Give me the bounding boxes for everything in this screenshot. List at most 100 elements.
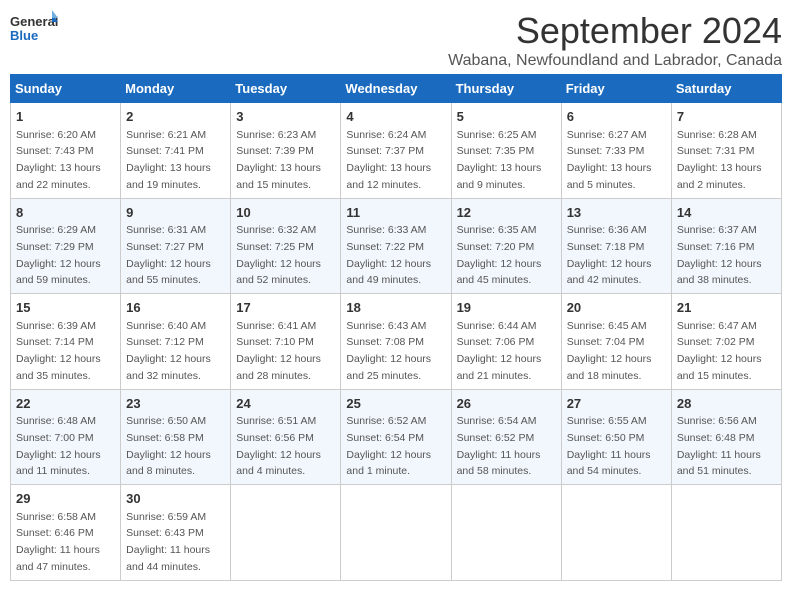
day-number: 10 <box>236 203 335 223</box>
calendar-row: 1 Sunrise: 6:20 AM Sunset: 7:43 PM Dayli… <box>11 103 782 199</box>
calendar-cell: 16 Sunrise: 6:40 AM Sunset: 7:12 PM Dayl… <box>121 294 231 390</box>
svg-text:Blue: Blue <box>10 28 38 43</box>
header-sunday: Sunday <box>11 75 121 103</box>
sunrise: Sunrise: 6:32 AM <box>236 224 316 236</box>
title-block: September 2024 Wabana, Newfoundland and … <box>448 10 782 70</box>
sunrise: Sunrise: 6:20 AM <box>16 129 96 141</box>
daylight-label: Daylight: 13 hours and 2 minutes. <box>677 162 762 191</box>
daylight-label: Daylight: 13 hours and 15 minutes. <box>236 162 321 191</box>
calendar-cell: 5 Sunrise: 6:25 AM Sunset: 7:35 PM Dayli… <box>451 103 561 199</box>
sunset: Sunset: 7:37 PM <box>346 145 424 157</box>
header-monday: Monday <box>121 75 231 103</box>
sunset: Sunset: 7:25 PM <box>236 241 314 253</box>
sunset: Sunset: 7:16 PM <box>677 241 755 253</box>
sunset: Sunset: 7:12 PM <box>126 336 204 348</box>
daylight-label: Daylight: 11 hours and 54 minutes. <box>567 449 651 478</box>
calendar-cell: 18 Sunrise: 6:43 AM Sunset: 7:08 PM Dayl… <box>341 294 451 390</box>
calendar-row: 22 Sunrise: 6:48 AM Sunset: 7:00 PM Dayl… <box>11 389 782 485</box>
calendar-cell: 11 Sunrise: 6:33 AM Sunset: 7:22 PM Dayl… <box>341 198 451 294</box>
sunrise: Sunrise: 6:36 AM <box>567 224 647 236</box>
calendar-cell: 27 Sunrise: 6:55 AM Sunset: 6:50 PM Dayl… <box>561 389 671 485</box>
sunrise: Sunrise: 6:39 AM <box>16 320 96 332</box>
sunset: Sunset: 7:14 PM <box>16 336 94 348</box>
daylight-label: Daylight: 12 hours and 11 minutes. <box>16 449 101 478</box>
calendar-row: 29 Sunrise: 6:58 AM Sunset: 6:46 PM Dayl… <box>11 485 782 581</box>
calendar-cell: 6 Sunrise: 6:27 AM Sunset: 7:33 PM Dayli… <box>561 103 671 199</box>
sunrise: Sunrise: 6:56 AM <box>677 415 757 427</box>
calendar-cell: 29 Sunrise: 6:58 AM Sunset: 6:46 PM Dayl… <box>11 485 121 581</box>
day-number: 17 <box>236 298 335 318</box>
day-number: 19 <box>457 298 556 318</box>
calendar-cell: 20 Sunrise: 6:45 AM Sunset: 7:04 PM Dayl… <box>561 294 671 390</box>
calendar-cell <box>671 485 781 581</box>
sunrise: Sunrise: 6:54 AM <box>457 415 537 427</box>
sunset: Sunset: 6:58 PM <box>126 432 204 444</box>
sunset: Sunset: 7:27 PM <box>126 241 204 253</box>
daylight-label: Daylight: 12 hours and 35 minutes. <box>16 353 101 382</box>
sunset: Sunset: 7:33 PM <box>567 145 645 157</box>
sunset: Sunset: 7:29 PM <box>16 241 94 253</box>
sunrise: Sunrise: 6:45 AM <box>567 320 647 332</box>
sunrise: Sunrise: 6:44 AM <box>457 320 537 332</box>
day-number: 28 <box>677 394 776 414</box>
daylight-label: Daylight: 11 hours and 44 minutes. <box>126 544 210 573</box>
sunset: Sunset: 7:00 PM <box>16 432 94 444</box>
sunset: Sunset: 7:20 PM <box>457 241 535 253</box>
sunset: Sunset: 7:22 PM <box>346 241 424 253</box>
logo-svg: General Blue <box>10 10 58 58</box>
sunrise: Sunrise: 6:33 AM <box>346 224 426 236</box>
sunrise: Sunrise: 6:28 AM <box>677 129 757 141</box>
calendar-cell: 23 Sunrise: 6:50 AM Sunset: 6:58 PM Dayl… <box>121 389 231 485</box>
day-number: 4 <box>346 107 445 127</box>
sunset: Sunset: 7:02 PM <box>677 336 755 348</box>
daylight-label: Daylight: 11 hours and 51 minutes. <box>677 449 761 478</box>
calendar-cell: 4 Sunrise: 6:24 AM Sunset: 7:37 PM Dayli… <box>341 103 451 199</box>
sunset: Sunset: 7:41 PM <box>126 145 204 157</box>
sunset: Sunset: 7:18 PM <box>567 241 645 253</box>
day-number: 21 <box>677 298 776 318</box>
daylight-label: Daylight: 12 hours and 55 minutes. <box>126 258 211 287</box>
day-number: 3 <box>236 107 335 127</box>
calendar-cell: 14 Sunrise: 6:37 AM Sunset: 7:16 PM Dayl… <box>671 198 781 294</box>
sunrise: Sunrise: 6:21 AM <box>126 129 206 141</box>
svg-text:General: General <box>10 14 58 29</box>
logo: General Blue <box>10 10 58 58</box>
daylight-label: Daylight: 12 hours and 52 minutes. <box>236 258 321 287</box>
day-number: 1 <box>16 107 115 127</box>
sunrise: Sunrise: 6:40 AM <box>126 320 206 332</box>
daylight-label: Daylight: 12 hours and 1 minute. <box>346 449 431 478</box>
daylight-label: Daylight: 12 hours and 4 minutes. <box>236 449 321 478</box>
daylight-label: Daylight: 12 hours and 42 minutes. <box>567 258 652 287</box>
calendar-cell: 12 Sunrise: 6:35 AM Sunset: 7:20 PM Dayl… <box>451 198 561 294</box>
day-number: 25 <box>346 394 445 414</box>
sunset: Sunset: 7:35 PM <box>457 145 535 157</box>
calendar-cell <box>451 485 561 581</box>
sunset: Sunset: 6:50 PM <box>567 432 645 444</box>
day-number: 29 <box>16 489 115 509</box>
day-number: 26 <box>457 394 556 414</box>
calendar-table: Sunday Monday Tuesday Wednesday Thursday… <box>10 74 782 581</box>
calendar-cell <box>561 485 671 581</box>
sunset: Sunset: 7:10 PM <box>236 336 314 348</box>
sunrise: Sunrise: 6:59 AM <box>126 511 206 523</box>
calendar-cell <box>341 485 451 581</box>
calendar-cell: 10 Sunrise: 6:32 AM Sunset: 7:25 PM Dayl… <box>231 198 341 294</box>
day-number: 30 <box>126 489 225 509</box>
sunrise: Sunrise: 6:52 AM <box>346 415 426 427</box>
sunset: Sunset: 7:04 PM <box>567 336 645 348</box>
daylight-label: Daylight: 11 hours and 47 minutes. <box>16 544 100 573</box>
sunset: Sunset: 7:08 PM <box>346 336 424 348</box>
calendar-row: 8 Sunrise: 6:29 AM Sunset: 7:29 PM Dayli… <box>11 198 782 294</box>
header-wednesday: Wednesday <box>341 75 451 103</box>
day-number: 7 <box>677 107 776 127</box>
month-title: September 2024 <box>448 10 782 52</box>
calendar-cell: 9 Sunrise: 6:31 AM Sunset: 7:27 PM Dayli… <box>121 198 231 294</box>
sunrise: Sunrise: 6:51 AM <box>236 415 316 427</box>
calendar-cell: 17 Sunrise: 6:41 AM Sunset: 7:10 PM Dayl… <box>231 294 341 390</box>
calendar-cell: 15 Sunrise: 6:39 AM Sunset: 7:14 PM Dayl… <box>11 294 121 390</box>
sunset: Sunset: 6:52 PM <box>457 432 535 444</box>
header-tuesday: Tuesday <box>231 75 341 103</box>
daylight-label: Daylight: 12 hours and 32 minutes. <box>126 353 211 382</box>
sunrise: Sunrise: 6:47 AM <box>677 320 757 332</box>
sunset: Sunset: 7:39 PM <box>236 145 314 157</box>
